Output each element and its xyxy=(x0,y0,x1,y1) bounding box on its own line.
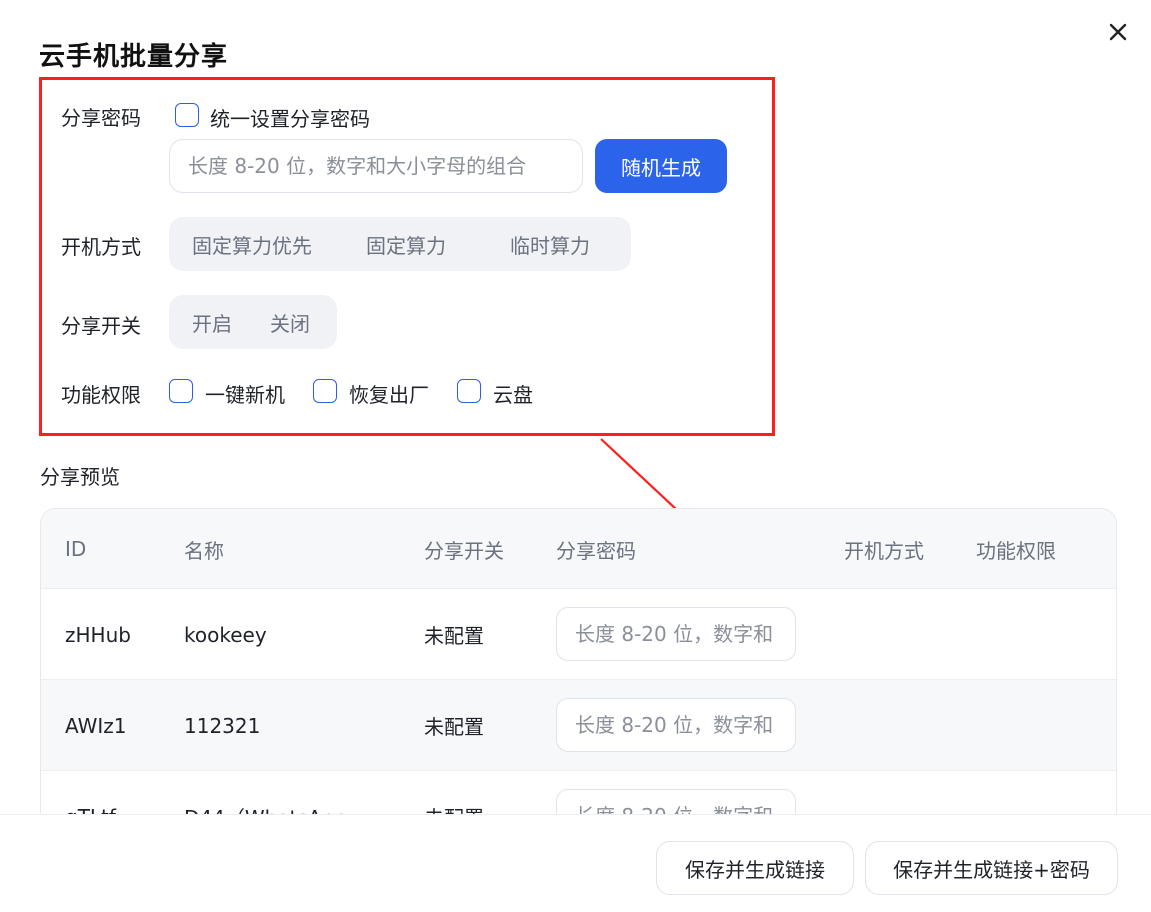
row-share-switch: 未配置 xyxy=(424,715,484,739)
column-header-share-switch: 分享开关 xyxy=(424,538,504,563)
modal-footer: 保存并生成链接 保存并生成链接+密码 xyxy=(0,814,1151,912)
save-generate-link-button[interactable]: 保存并生成链接 xyxy=(656,841,854,895)
row-share-switch: 未配置 xyxy=(424,624,484,648)
column-header-id: ID xyxy=(65,537,87,561)
table-row: AWIz1 112321 未配置 xyxy=(41,680,1116,771)
preview-title: 分享预览 xyxy=(40,465,120,489)
save-generate-link-password-button[interactable]: 保存并生成链接+密码 xyxy=(865,841,1118,895)
preview-table: ID 名称 分享开关 分享密码 开机方式 功能权限 zHHub kookeey … xyxy=(40,508,1117,828)
close-icon[interactable] xyxy=(1104,18,1132,46)
highlight-annotation-box xyxy=(39,77,775,436)
row-name: 112321 xyxy=(184,713,261,738)
row-password-input[interactable] xyxy=(556,607,796,661)
column-header-name: 名称 xyxy=(184,538,224,563)
batch-share-modal: 云手机批量分享 分享密码 统一设置分享密码 随机生成 开机方式 固定算力优先 固… xyxy=(0,0,1151,912)
column-header-password: 分享密码 xyxy=(556,538,636,563)
column-header-boot-mode: 开机方式 xyxy=(844,538,924,563)
column-header-permissions: 功能权限 xyxy=(976,538,1056,563)
row-password-input[interactable] xyxy=(556,698,796,752)
table-row: zHHub kookeey 未配置 xyxy=(41,589,1116,680)
modal-title: 云手机批量分享 xyxy=(39,42,229,72)
row-id: AWIz1 xyxy=(65,713,127,738)
table-header: ID 名称 分享开关 分享密码 开机方式 功能权限 xyxy=(41,509,1116,589)
row-name: kookeey xyxy=(184,622,267,647)
row-id: zHHub xyxy=(65,622,131,647)
